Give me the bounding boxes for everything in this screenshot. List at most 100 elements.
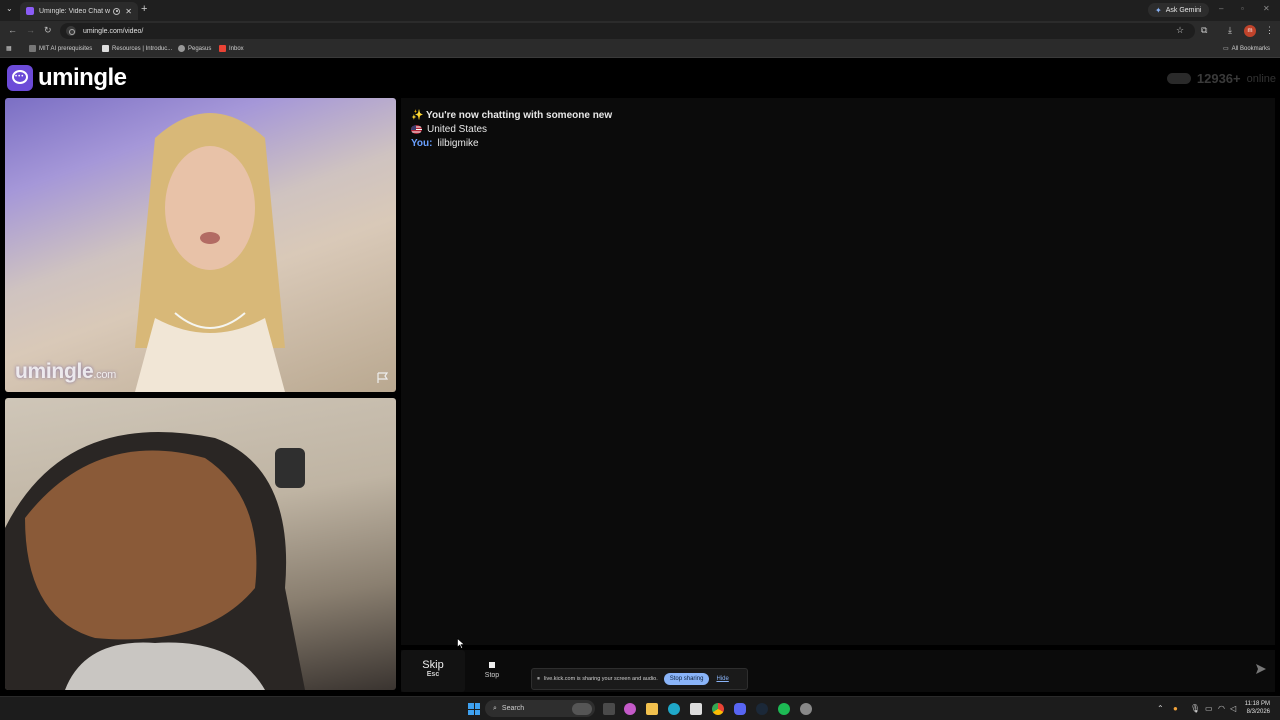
online-counter: 12936+ online bbox=[1166, 71, 1276, 86]
skip-label: Skip bbox=[422, 659, 444, 671]
discord-icon[interactable] bbox=[734, 703, 746, 715]
steam-icon[interactable] bbox=[756, 703, 768, 715]
bookmark-pegasus[interactable]: Pegasus bbox=[178, 45, 211, 52]
site-info-icon[interactable] bbox=[66, 26, 76, 36]
tab-search-icon[interactable]: ⌄ bbox=[6, 4, 13, 13]
bookmarks-bar: ▦ MIT AI prerequisites Resources | Intro… bbox=[0, 41, 1280, 58]
menu-icon[interactable]: ⋮ bbox=[1265, 25, 1274, 36]
task-view-icon[interactable] bbox=[603, 703, 615, 715]
wifi-icon[interactable]: ◠ bbox=[1218, 704, 1225, 713]
message-text: lilbigmike bbox=[437, 138, 479, 149]
country-text: United States bbox=[427, 124, 488, 135]
copilot-icon[interactable] bbox=[624, 703, 636, 715]
clock-date: 8/3/2026 bbox=[1246, 709, 1270, 715]
ask-gemini-button[interactable]: ✦ Ask Gemini bbox=[1148, 3, 1209, 17]
tab-umingle[interactable]: Umingle: Video Chat with S ✕ bbox=[20, 2, 138, 20]
online-label: online bbox=[1246, 72, 1276, 85]
volume-icon[interactable]: ◁ bbox=[1230, 704, 1236, 713]
chat-bubble-icon: ••• bbox=[7, 65, 33, 91]
maximize-icon[interactable]: ▫ bbox=[1241, 4, 1244, 13]
umingle-favicon-icon bbox=[26, 7, 34, 15]
widgets-icon[interactable] bbox=[572, 703, 592, 715]
umingle-watermark: umingle.com bbox=[15, 360, 116, 384]
bookmark-favicon-icon bbox=[102, 45, 109, 52]
bookmark-inbox[interactable]: Inbox bbox=[219, 45, 244, 52]
downloads-icon[interactable]: ⤓ bbox=[1228, 25, 1232, 36]
url-text: umingle.com/video/ bbox=[83, 27, 144, 35]
address-bar[interactable]: umingle.com/video/ bbox=[60, 23, 1195, 39]
tray-app-icon[interactable]: ● bbox=[1173, 704, 1178, 713]
back-icon[interactable]: ← bbox=[8, 25, 17, 35]
stop-sharing-button[interactable]: Stop sharing bbox=[663, 673, 710, 685]
close-window-icon[interactable]: ✕ bbox=[1263, 4, 1270, 13]
gemini-icon: ✦ bbox=[1155, 5, 1162, 15]
tray-chevron-icon[interactable]: ⌃ bbox=[1157, 704, 1164, 713]
self-video bbox=[5, 398, 396, 690]
stop-label: Stop bbox=[484, 672, 500, 679]
all-bookmarks[interactable]: ▭ All Bookmarks bbox=[1223, 45, 1271, 53]
bookmark-resources[interactable]: Resources | Introduc... bbox=[102, 45, 172, 52]
bookmark-label: Inbox bbox=[229, 45, 244, 52]
new-tab-icon[interactable]: + bbox=[141, 3, 147, 15]
profile-avatar[interactable]: m bbox=[1244, 25, 1256, 37]
screen-share-bar: ⏸ live.kick.com is sharing your screen a… bbox=[531, 668, 748, 690]
microphone-icon[interactable]: 🎙︎ bbox=[1190, 704, 1200, 713]
edge-icon[interactable] bbox=[668, 703, 680, 715]
browser-tab-bar: ⌄ Umingle: Video Chat with S ✕ + ✦ Ask G… bbox=[0, 0, 1280, 21]
pause-icon: ⏸ bbox=[537, 675, 541, 682]
system-message: ✨ You're now chatting with someone new bbox=[411, 110, 613, 121]
bookmark-mit[interactable]: MIT AI prerequisites bbox=[29, 45, 92, 52]
stop-button[interactable]: Stop bbox=[472, 650, 512, 692]
bookmark-favicon-icon bbox=[178, 45, 185, 52]
clock-time: 11:18 PM bbox=[1244, 701, 1270, 707]
search-placeholder: Search bbox=[501, 705, 525, 712]
hide-link[interactable]: Hide bbox=[716, 676, 728, 682]
network-icon[interactable]: ▭ bbox=[1205, 704, 1213, 713]
chat-message: You: lilbigmike bbox=[411, 138, 479, 149]
windows-taskbar: ⌕ Search ⌃ ● 🎙︎ ▭ ◠ ◁ 11:18 PM 8/3/2026 bbox=[0, 696, 1280, 720]
self-figure bbox=[5, 432, 305, 690]
system-clock[interactable]: 11:18 PM 8/3/2026 bbox=[1245, 700, 1270, 716]
logo-text: umingle bbox=[38, 64, 127, 91]
bookmark-label: Resources | Introduc... bbox=[112, 45, 173, 52]
bookmark-label: Pegasus bbox=[188, 45, 212, 52]
search-icon: ⌕ bbox=[493, 704, 497, 712]
settings-gear-icon[interactable] bbox=[800, 703, 812, 715]
extensions-icon[interactable]: ⧉ bbox=[1201, 25, 1207, 36]
online-count: 12936+ bbox=[1196, 71, 1241, 86]
reload-icon[interactable]: ↻ bbox=[44, 25, 52, 36]
windows-start-icon[interactable] bbox=[468, 703, 480, 715]
chat-panel: ✨ You're now chatting with someone new U… bbox=[401, 98, 1275, 645]
stop-icon bbox=[489, 662, 495, 668]
chrome-icon[interactable] bbox=[712, 703, 724, 715]
gmail-icon bbox=[219, 45, 226, 52]
close-tab-icon[interactable]: ✕ bbox=[125, 7, 132, 16]
skip-hint: Esc bbox=[426, 671, 440, 678]
skip-button[interactable]: Skip Esc bbox=[401, 650, 465, 692]
browser-toolbar: ← → ↻ umingle.com/video/ ☆ ⧉ ⤓ ⋮ bbox=[0, 21, 1280, 41]
recording-icon bbox=[113, 7, 121, 15]
umingle-page: ••• umingle 12936+ online umingle.com ✨ … bbox=[0, 59, 1280, 696]
minimize-icon[interactable]: – bbox=[1219, 4, 1223, 13]
folder-icon: ▭ bbox=[1223, 46, 1229, 52]
share-message: live.kick.com is sharing your screen and… bbox=[544, 676, 658, 682]
country-line: United States bbox=[411, 124, 487, 135]
file-explorer-icon[interactable] bbox=[646, 703, 658, 715]
stranger-figure bbox=[135, 113, 285, 392]
forward-icon[interactable]: → bbox=[26, 25, 35, 35]
us-flag-icon bbox=[411, 125, 422, 134]
store-icon[interactable] bbox=[690, 703, 702, 715]
apps-icon[interactable]: ▦ bbox=[6, 45, 12, 52]
bookmark-label: MIT AI prerequisites bbox=[39, 45, 93, 52]
ask-gemini-label: Ask Gemini bbox=[1165, 6, 1202, 14]
all-bookmarks-label: All Bookmarks bbox=[1231, 45, 1271, 52]
umingle-logo[interactable]: ••• umingle bbox=[7, 64, 127, 92]
you-label: You: bbox=[411, 138, 433, 149]
spotify-icon[interactable] bbox=[778, 703, 790, 715]
theme-toggle[interactable] bbox=[1166, 73, 1191, 84]
report-flag-icon[interactable] bbox=[377, 372, 389, 383]
bookmark-star-icon[interactable]: ☆ bbox=[1176, 25, 1184, 36]
watermark-suffix: .com bbox=[93, 369, 117, 381]
send-icon[interactable] bbox=[1255, 663, 1267, 675]
bookmark-favicon-icon bbox=[29, 45, 36, 52]
